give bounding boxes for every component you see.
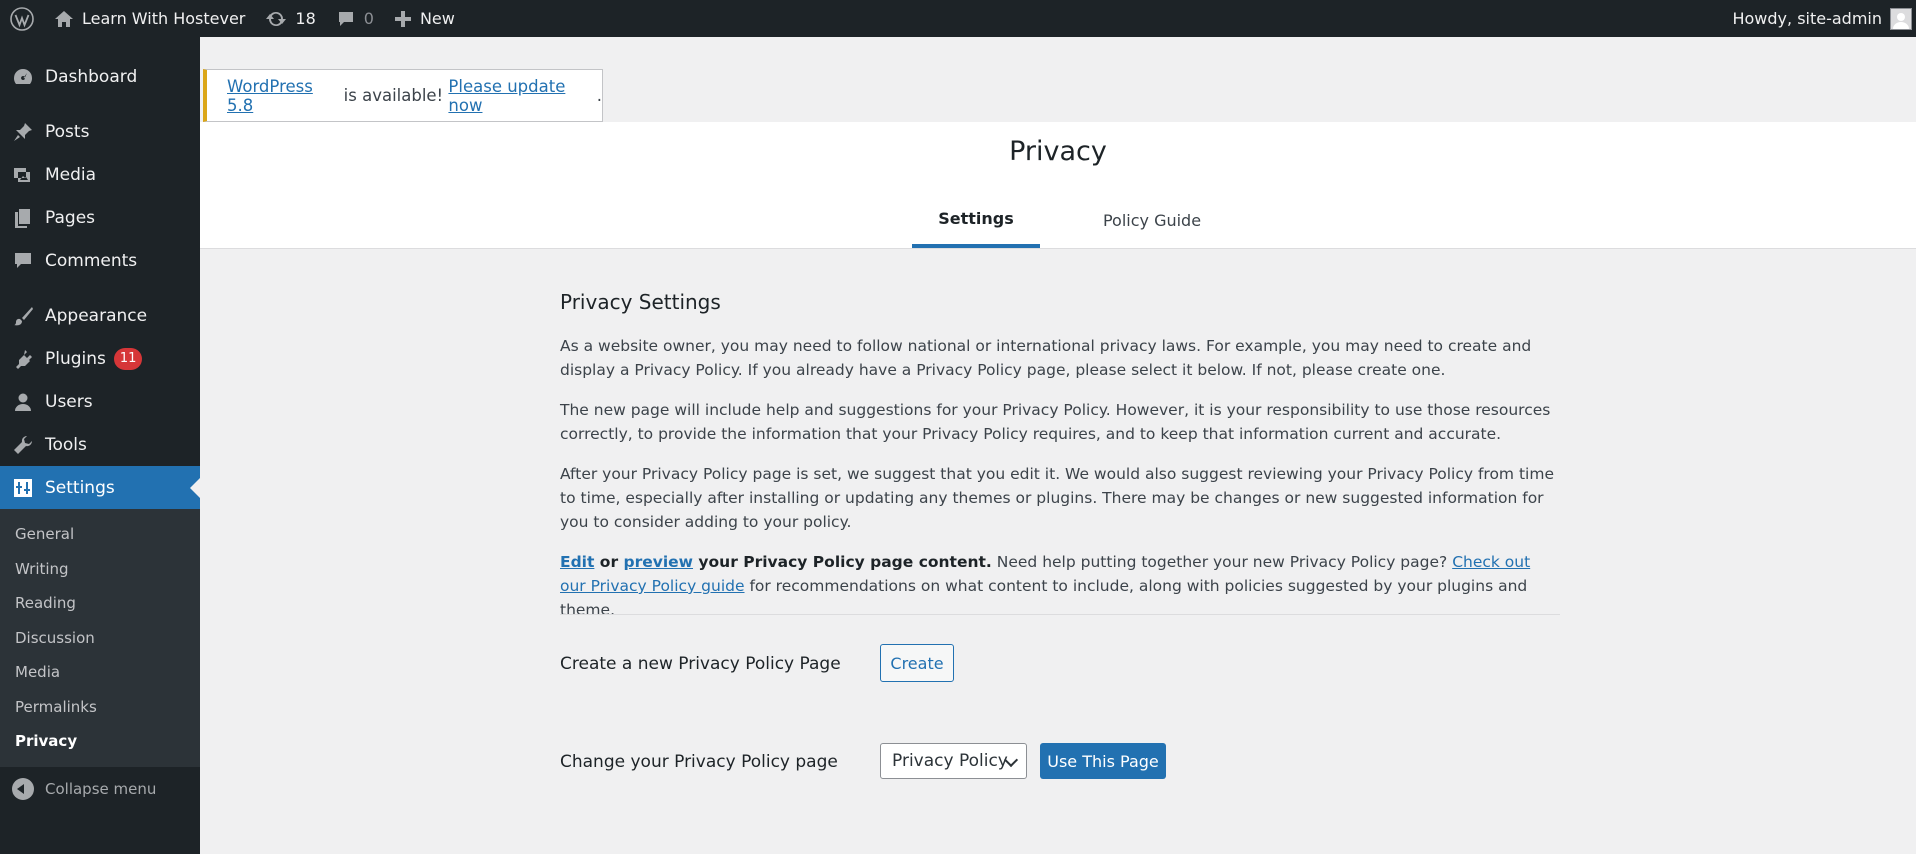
privacy-header: Privacy Settings Policy Guide (200, 122, 1916, 249)
sidebar-item-plugins[interactable]: Plugins 11 (0, 337, 200, 380)
user-icon (12, 391, 34, 413)
wordpress-version-link[interactable]: WordPress 5.8 (227, 77, 338, 115)
privacy-page-select[interactable]: Privacy Policy (880, 743, 1027, 779)
admin-bar: Learn With Hostever 18 0 New Howdy, site… (0, 0, 1916, 37)
notice-text: is available! (338, 86, 449, 105)
submenu-item-permalinks[interactable]: Permalinks (0, 690, 200, 725)
avatar (1890, 7, 1912, 30)
new-label: New (419, 9, 455, 28)
submenu-item-general[interactable]: General (0, 517, 200, 552)
intro-paragraph: As a website owner, you may need to foll… (560, 337, 1532, 379)
edit-link[interactable]: Edit (560, 553, 594, 571)
select-value: Privacy Policy (892, 751, 1008, 771)
update-notice: WordPress 5.8 is available! Please updat… (203, 69, 603, 122)
sidebar-item-label: Dashboard (45, 66, 138, 87)
site-name: Learn With Hostever (82, 9, 246, 28)
tab-settings[interactable]: Settings (912, 192, 1040, 248)
plugins-update-badge: 11 (113, 347, 143, 370)
edit-preview-paragraph: Edit or preview your Privacy Policy page… (560, 550, 1560, 622)
sidebar-item-label: Users (45, 391, 93, 412)
site-name-link[interactable]: Learn With Hostever (44, 0, 255, 37)
updates-icon (266, 11, 287, 26)
sidebar-item-pages[interactable]: Pages (0, 196, 200, 239)
paintbrush-icon (12, 305, 34, 327)
tab-policy-guide[interactable]: Policy Guide (1080, 192, 1224, 249)
help-text: Need help putting together your new Priv… (991, 553, 1453, 571)
notice-end: . (596, 86, 602, 105)
wordpress-logo-icon[interactable] (0, 0, 44, 37)
sidebar-item-label: Plugins (45, 348, 106, 369)
pushpin-icon (12, 121, 34, 143)
or-text: or (594, 553, 624, 571)
sidebar-item-label: Settings (45, 477, 115, 498)
updates-link[interactable]: 18 (255, 0, 325, 37)
sidebar-item-tools[interactable]: Tools (0, 423, 200, 466)
sidebar-item-label: Comments (45, 250, 138, 271)
submenu-item-reading[interactable]: Reading (0, 586, 200, 621)
section-heading: Privacy Settings (560, 290, 721, 314)
settings-icon (12, 477, 34, 499)
sidebar-item-appearance[interactable]: Appearance (0, 294, 200, 337)
sidebar-item-dashboard[interactable]: Dashboard (0, 55, 200, 98)
plus-icon (394, 10, 411, 27)
page-title: Privacy (1009, 136, 1107, 167)
pages-icon (12, 207, 34, 229)
media-icon (12, 164, 34, 186)
submenu-item-media[interactable]: Media (0, 655, 200, 690)
update-now-link[interactable]: Please update now (448, 77, 596, 115)
sidebar-item-label: Pages (45, 207, 96, 228)
sidebar-item-label: Media (45, 164, 97, 185)
sidebar-item-label: Tools (45, 434, 87, 455)
help-paragraph: The new page will include help and sugge… (560, 401, 1551, 443)
bold-rest-text: your Privacy Policy page content. (693, 553, 992, 571)
home-icon (55, 10, 73, 27)
create-button[interactable]: Create (880, 644, 954, 682)
howdy-text: Howdy, site-admin (1732, 9, 1882, 28)
settings-submenu: General Writing Reading Discussion Media… (0, 509, 200, 767)
comments-count: 0 (363, 9, 374, 28)
comment-icon (338, 11, 353, 26)
collapse-menu-button[interactable]: Collapse menu (0, 767, 200, 811)
create-page-label: Create a new Privacy Policy Page (560, 654, 841, 674)
submenu-item-privacy[interactable]: Privacy (0, 724, 200, 759)
submenu-item-writing[interactable]: Writing (0, 552, 200, 587)
use-this-page-button[interactable]: Use This Page (1040, 743, 1166, 779)
change-page-label: Change your Privacy Policy page (560, 752, 838, 772)
sidebar-item-posts[interactable]: Posts (0, 110, 200, 153)
wrench-icon (12, 434, 34, 456)
sidebar-item-settings[interactable]: Settings (0, 466, 200, 509)
new-content-link[interactable]: New (384, 0, 465, 37)
comments-icon (12, 250, 34, 272)
preview-link[interactable]: preview (624, 553, 694, 571)
submenu-item-discussion[interactable]: Discussion (0, 621, 200, 656)
collapse-menu-label: Collapse menu (45, 779, 157, 798)
sidebar-item-media[interactable]: Media (0, 153, 200, 196)
updates-count: 18 (295, 9, 316, 28)
comments-link[interactable]: 0 (326, 0, 384, 37)
admin-sidebar: Dashboard Posts Media Pages Comments App… (0, 37, 200, 854)
review-paragraph: After your Privacy Policy page is set, w… (560, 465, 1554, 531)
sidebar-item-label: Posts (45, 121, 90, 142)
sidebar-item-comments[interactable]: Comments (0, 239, 200, 282)
dashboard-icon (12, 66, 34, 88)
sidebar-item-users[interactable]: Users (0, 380, 200, 423)
collapse-arrow-icon (12, 777, 34, 800)
divider (560, 614, 1560, 615)
sidebar-item-label: Appearance (45, 305, 148, 326)
plug-icon (12, 348, 34, 370)
my-account-link[interactable]: Howdy, site-admin (1722, 0, 1916, 37)
